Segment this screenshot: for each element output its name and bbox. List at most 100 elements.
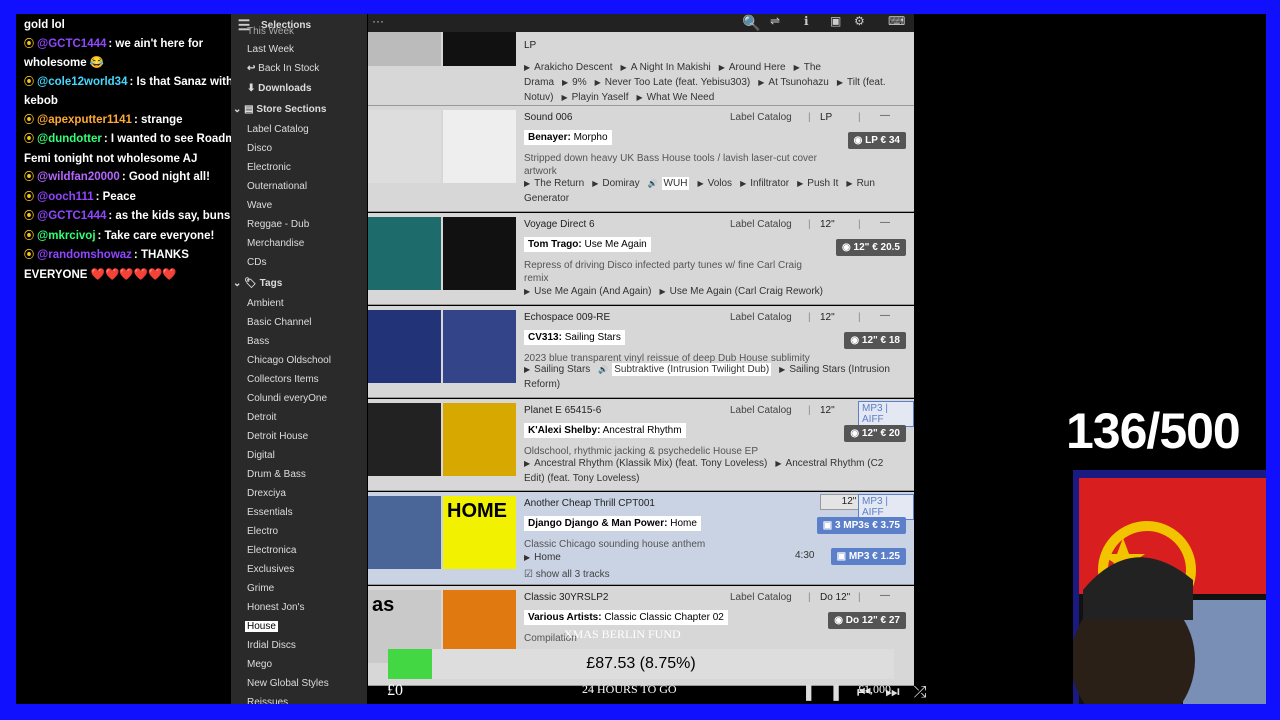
wishlist-icon[interactable]: — — [880, 110, 890, 121]
chat-username[interactable]: @apexputter1141 — [37, 114, 132, 126]
artist-title[interactable]: Various Artists: Classic Classic Chapter… — [524, 610, 728, 625]
sidebar-item-downloads[interactable]: ⬇ Downloads — [247, 83, 312, 94]
search-icon[interactable]: 🔍 — [742, 14, 761, 32]
play-icon[interactable]: ▶ — [524, 63, 530, 72]
play-icon[interactable]: ▶ — [524, 179, 530, 188]
pause-icon[interactable]: ❚❚ — [802, 684, 857, 701]
track-name[interactable]: At Tsunohazu — [768, 77, 828, 88]
catalog-number[interactable]: Sound 006 — [524, 112, 572, 123]
buy-button[interactable]: ▣ 3 MP3s € 3.75 — [816, 517, 906, 534]
play-icon[interactable]: ▶ — [524, 553, 530, 562]
play-icon[interactable]: ▶ — [719, 63, 725, 72]
buy-button[interactable]: ◉ 12" € 18 — [844, 332, 906, 349]
play-icon[interactable]: ▶ — [779, 365, 785, 374]
track-name[interactable]: Playin Yaself — [572, 92, 629, 103]
sidebar-item-tag[interactable]: Chicago Oldschool — [247, 355, 331, 366]
play-icon[interactable]: ▶ — [758, 78, 764, 87]
sidebar-item-section[interactable]: CDs — [247, 257, 266, 268]
catalog-number[interactable]: Classic 30YRSLP2 — [524, 592, 608, 603]
track-name[interactable]: A Night In Makishi — [631, 62, 711, 73]
chat-username[interactable]: @ooch111 — [37, 191, 94, 203]
label-catalog-link[interactable]: Label Catalog — [730, 312, 792, 323]
sidebar-item-tag[interactable]: Drum & Bass — [247, 469, 306, 480]
shuffle-icon[interactable]: ⤮ — [914, 684, 941, 701]
sidebar-item-tag[interactable]: Ambient — [247, 298, 284, 309]
artist-title[interactable]: Tom Trago: Use Me Again — [524, 237, 651, 252]
sidebar-tags[interactable]: ⌄ 🏷 Tags — [233, 278, 282, 289]
play-icon[interactable]: ▶ — [797, 179, 803, 188]
track-name[interactable]: Push It — [807, 178, 838, 189]
play-icon[interactable]: ▶ — [794, 63, 800, 72]
play-icon[interactable]: ▶ — [775, 459, 781, 468]
play-icon[interactable]: ▶ — [524, 365, 530, 374]
play-icon[interactable]: ▶ — [621, 63, 627, 72]
sidebar-item-tag[interactable]: Basic Channel — [247, 317, 311, 328]
track-name[interactable]: Home — [534, 552, 561, 563]
speaker-icon[interactable]: 🔊 — [598, 365, 608, 374]
chat-username[interactable]: @GCTC1444 — [37, 210, 106, 222]
track-name[interactable]: 9% — [572, 77, 586, 88]
play-icon[interactable]: ▶ — [837, 78, 843, 87]
chat-username[interactable]: @cole12world34 — [37, 76, 127, 88]
chat-username[interactable]: @randomshowaz — [37, 249, 132, 261]
buy-button[interactable]: ◉ Do 12" € 27 — [828, 612, 906, 629]
info-icon[interactable]: ℹ — [804, 14, 809, 28]
sidebar-item-tag[interactable]: Honest Jon's — [247, 602, 305, 613]
track-name[interactable]: Use Me Again (And Again) — [534, 286, 651, 297]
catalog-number[interactable]: Echospace 009-RE — [524, 312, 610, 323]
sidebar-item-tag[interactable]: Drexciya — [247, 488, 286, 499]
catalog-number[interactable]: Another Cheap Thrill CPT001 — [524, 498, 655, 509]
wishlist-icon[interactable]: — — [880, 310, 890, 321]
sidebar-item-tag[interactable]: Irdial Discs — [247, 640, 296, 651]
release-row[interactable]: Echospace 009-RE Label Catalog | 12" | — CV313… — [368, 306, 914, 398]
catalog-number[interactable]: Planet E 65415-6 — [524, 405, 601, 416]
play-icon[interactable]: ▶ — [697, 179, 703, 188]
sidebar-item-tag[interactable]: Essentials — [247, 507, 293, 518]
sidebar-item-section[interactable]: Disco — [247, 143, 272, 154]
sidebar-item-section[interactable]: Reggae - Dub — [247, 219, 309, 230]
artist-title[interactable]: Django Django & Man Power: Home — [524, 516, 701, 531]
player-icon[interactable]: ▣ — [830, 14, 841, 28]
artist-title[interactable]: CV313: Sailing Stars — [524, 330, 625, 345]
buy-button[interactable]: ◉ LP € 34 — [847, 132, 906, 149]
sidebar-item-section[interactable]: Label Catalog — [247, 124, 309, 135]
track-buy-button[interactable]: ▣ MP3 € 1.25 — [830, 548, 906, 565]
track-name[interactable]: WUH — [661, 177, 690, 190]
sidebar-item-tag[interactable]: Reissues — [247, 697, 288, 704]
track-name[interactable]: Volos — [708, 178, 732, 189]
track-name[interactable]: Subtraktive (Intrusion Twilight Dub) — [612, 363, 772, 376]
track-name[interactable]: Ancestral Rhythm (Klassik Mix) (feat. To… — [534, 458, 767, 469]
label-catalog-link[interactable]: Label Catalog — [730, 219, 792, 230]
release-row[interactable]: Planet E 65415-6 Label Catalog | 12" MP3 | A… — [368, 399, 914, 491]
track-name[interactable]: Around Here — [729, 62, 786, 73]
play-icon[interactable]: ▶ — [846, 179, 852, 188]
sidebar-item-section[interactable]: Electronic — [247, 162, 291, 173]
track-name[interactable]: The Return — [534, 178, 584, 189]
filter-icon[interactable]: ⇌ — [770, 14, 780, 28]
sidebar-item-tag[interactable]: Detroit — [247, 412, 276, 423]
release-row-partial[interactable]: LP ▶ Arakicho Descent ▶ A Night In Makishi ▶… — [368, 32, 914, 106]
release-row[interactable]: Sound 006 Label Catalog | LP | — Benayer: Morp… — [368, 106, 914, 212]
track-name[interactable]: Use Me Again (Carl Craig Rework) — [670, 286, 823, 297]
sidebar-item-tag[interactable]: Collectors Items — [247, 374, 319, 385]
chat-username[interactable]: @dundotter — [37, 133, 102, 145]
sidebar-store-sections[interactable]: ⌄ ▤ Store Sections — [233, 104, 326, 115]
label-catalog-link[interactable]: Label Catalog — [730, 112, 792, 123]
chat-username[interactable]: @wildfan20000 — [37, 171, 120, 183]
chat-username[interactable]: @GCTC1444 — [37, 38, 106, 50]
sidebar-item-tag[interactable]: New Global Styles — [247, 678, 329, 689]
sidebar-item-tag[interactable]: Grime — [247, 583, 274, 594]
artist-title[interactable]: Benayer: Morpho — [524, 130, 612, 145]
artist-title[interactable]: K'Alexi Shelby: Ancestral Rhythm — [524, 423, 686, 438]
sidebar-item-tag[interactable]: Mego — [247, 659, 272, 670]
wishlist-icon[interactable]: — — [880, 590, 890, 601]
sidebar-item-tag[interactable]: Detroit House — [247, 431, 308, 442]
sidebar-item-tag[interactable]: Digital — [247, 450, 275, 461]
sidebar-item-section[interactable]: Merchandise — [247, 238, 304, 249]
buy-button[interactable]: ◉ 12" € 20 — [844, 425, 906, 442]
play-icon[interactable]: ▶ — [740, 179, 746, 188]
track-name[interactable]: Infiltrator — [750, 178, 789, 189]
release-row[interactable]: HOME Another Cheap Thrill CPT001 12" MP3 | … — [368, 492, 914, 585]
release-row[interactable]: Voyage Direct 6 Label Catalog | 12" | — Tom Tr… — [368, 213, 914, 305]
play-icon[interactable]: ▶ — [562, 78, 568, 87]
